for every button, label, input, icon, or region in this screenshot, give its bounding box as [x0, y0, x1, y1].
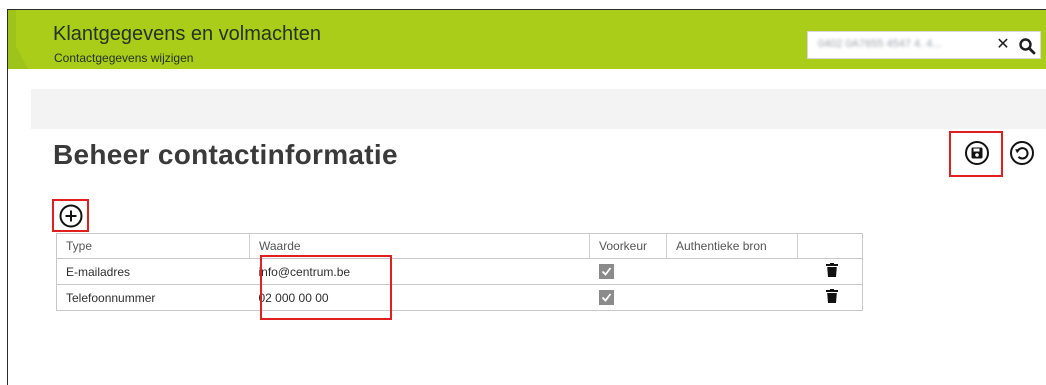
column-header-actions [797, 233, 863, 259]
preference-checkbox[interactable] [598, 290, 614, 306]
cell-type: E-mailadres [56, 258, 250, 285]
app-title: Klantgegevens en volmachten [53, 23, 321, 45]
value-highlight [260, 255, 392, 320]
cell-authentic-source [666, 284, 798, 311]
table-row: Telefoonnummer 02 000 00 00 [56, 284, 863, 311]
column-header-preference: Voorkeur [589, 233, 667, 259]
close-icon[interactable]: ✕ [995, 36, 1011, 54]
contact-table: Type Waarde Voorkeur Authentieke bron E-… [56, 233, 863, 311]
table-header-row: Type Waarde Voorkeur Authentieke bron [56, 233, 863, 259]
content-area: Beheer contactinformatie Type Waarde Voo… [31, 89, 1046, 385]
column-header-type: Type [56, 233, 250, 259]
cell-actions [797, 258, 863, 285]
add-circle-icon[interactable] [58, 203, 84, 229]
column-header-authentic-source: Authentieke bron [666, 233, 798, 259]
cell-type: Telefoonnummer [56, 284, 250, 311]
trash-icon[interactable] [826, 289, 838, 303]
contact-panel: Beheer contactinformatie Type Waarde Voo… [31, 129, 1046, 385]
preference-checkbox[interactable] [598, 264, 614, 280]
app-subtitle: Contactgegevens wijzigen [54, 51, 194, 65]
search-input[interactable]: 0402 0A7655 4547 4. 4... ✕ [807, 31, 1041, 59]
trash-icon[interactable] [826, 263, 838, 277]
cell-actions [797, 284, 863, 311]
cell-preference [589, 258, 667, 285]
save-icon[interactable] [964, 140, 990, 166]
search-icon[interactable] [1018, 37, 1036, 55]
cell-authentic-source [666, 258, 798, 285]
app-window: Klantgegevens en volmachten Contactgegev… [7, 9, 1046, 385]
cell-preference [589, 284, 667, 311]
undo-icon[interactable] [1009, 140, 1035, 166]
search-value: 0402 0A7655 4547 4. 4... [818, 38, 942, 50]
page-title: Beheer contactinformatie [53, 139, 398, 170]
table-row: E-mailadres info@centrum.be [56, 258, 863, 285]
app-header: Klantgegevens en volmachten Contactgegev… [8, 10, 1046, 69]
